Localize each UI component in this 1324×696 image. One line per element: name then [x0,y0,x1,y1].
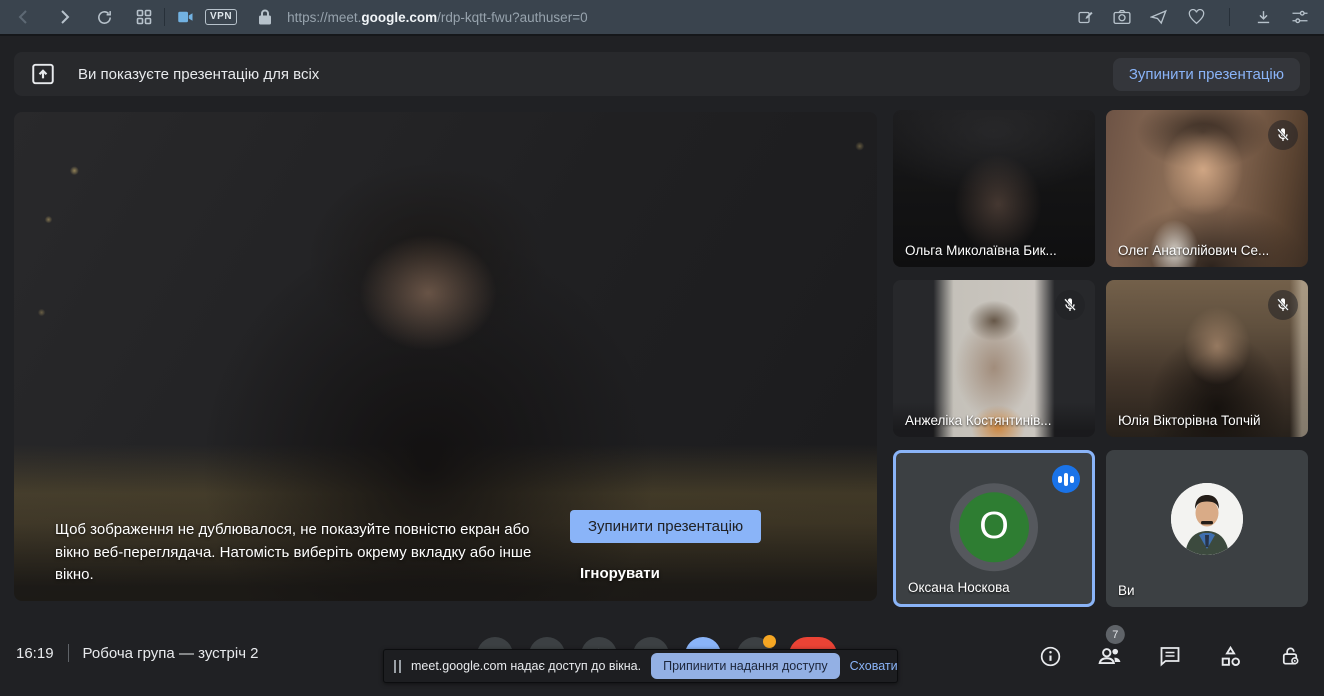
presenting-banner-message: Ви показуєте презентацію для всіх [78,66,319,83]
capture-icon[interactable] [1110,5,1134,29]
presentation-hint-text: Щоб зображення не дублювалося, не показу… [55,519,560,587]
reload-icon[interactable] [92,5,116,29]
speaking-indicator-icon [1052,465,1080,493]
meeting-info: 16:19 Робоча група — зустріч 2 [16,644,259,662]
participant-tile[interactable]: Анжеліка Костянтинів... [893,280,1095,437]
speed-dial-icon[interactable] [132,5,156,29]
settings-sliders-icon[interactable] [1288,5,1312,29]
avatar: О [959,492,1029,562]
vpn-badge[interactable]: VPN [205,9,237,25]
activities-button[interactable] [1212,638,1248,674]
present-screen-icon [30,61,56,87]
participant-tile[interactable]: Юлія Вікторівна Топчій [1106,280,1308,437]
participant-tile[interactable]: Ольга Миколаївна Бик... [893,110,1095,267]
meeting-title: Робоча група — зустріч 2 [83,645,259,662]
presentation-video: Щоб зображення не дублювалося, не показу… [14,112,877,601]
url-scheme: https://meet. [287,10,361,25]
clock-time: 16:19 [16,645,54,662]
presenting-banner: Ви показуєте презентацію для всіх Зупини… [14,52,1310,96]
participant-name: Анжеліка Костянтинів... [905,413,1052,428]
drag-handle-icon[interactable] [394,660,401,673]
url-path: /rdp-kqtt-fwu?authuser=0 [437,10,587,25]
mic-muted-icon [1055,290,1085,320]
notification-dot [763,635,776,648]
avatar [1171,483,1243,555]
participants-count-badge: 7 [1106,625,1125,644]
meet-window: VPN https://meet.google.com/rdp-kqtt-fwu… [0,0,1324,696]
participant-tile-active-speaker[interactable]: О Оксана Носкова [893,450,1095,607]
participant-name: Ви [1118,583,1135,598]
stop-presentation-button[interactable]: Зупинити презентацію [570,510,761,543]
footer-panel-buttons: 7 [1032,638,1308,674]
tab-camera-icon [173,5,197,29]
participant-name: Оксана Носкова [908,580,1010,595]
url-host: google.com [361,10,437,25]
browser-toolbar: VPN https://meet.google.com/rdp-kqtt-fwu… [0,0,1324,36]
participant-name: Олег Анатолійович Се... [1118,243,1269,258]
participants-button[interactable]: 7 [1092,638,1128,674]
stop-sharing-button[interactable]: Припинити надання доступу [651,653,840,679]
address-bar[interactable]: https://meet.google.com/rdp-kqtt-fwu?aut… [287,10,588,25]
participant-name: Ольга Миколаївна Бик... [905,243,1057,258]
hide-share-bar-button[interactable]: Сховати [850,659,898,673]
page-actions-icon[interactable] [1073,5,1097,29]
mic-muted-icon [1268,120,1298,150]
participant-tile[interactable]: Олег Анатолійович Се... [1106,110,1308,267]
downloads-icon[interactable] [1251,5,1275,29]
avatar-ring: О [950,483,1038,571]
mic-muted-icon [1268,290,1298,320]
back-icon[interactable] [12,5,36,29]
participant-tile-self[interactable]: Ви [1106,450,1308,607]
ignore-button[interactable]: Ігнорувати [580,565,660,582]
participant-name: Юлія Вікторівна Топчій [1118,413,1261,428]
meeting-details-button[interactable] [1032,638,1068,674]
forward-icon[interactable] [52,5,76,29]
screen-share-bar: meet.google.com надає доступ до вікна. П… [383,649,898,683]
share-bar-message: meet.google.com надає доступ до вікна. [411,659,641,673]
host-controls-button[interactable] [1272,638,1308,674]
share-send-icon[interactable] [1147,5,1171,29]
bookmark-heart-icon[interactable] [1184,5,1208,29]
banner-stop-presenting-button[interactable]: Зупинити презентацію [1113,58,1300,91]
chat-button[interactable] [1152,638,1188,674]
lock-icon[interactable] [253,5,277,29]
